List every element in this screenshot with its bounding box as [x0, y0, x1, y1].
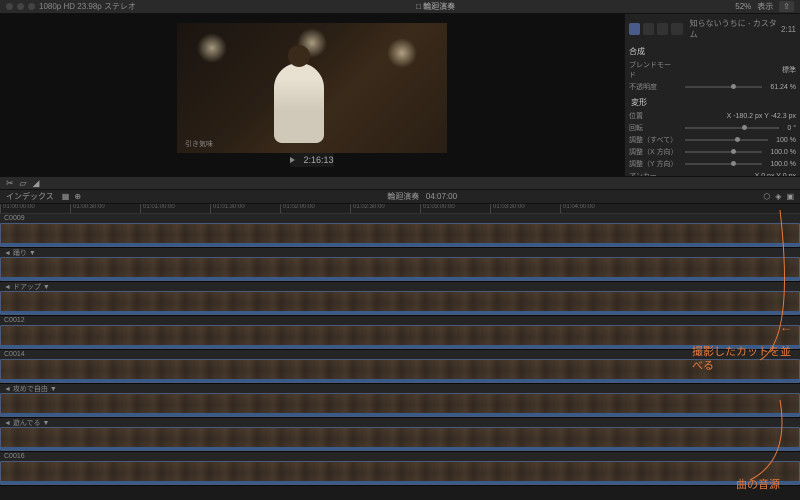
video-track[interactable]: ◄ 踊り ▼ — [0, 248, 800, 282]
composite-header: 合成 — [629, 44, 796, 59]
track-label: C0009 — [0, 214, 800, 223]
audio-inspector-tab[interactable] — [657, 23, 668, 35]
video-track[interactable]: C0012 — [0, 316, 800, 350]
track-label: C0012 — [0, 316, 800, 325]
video-clip[interactable] — [0, 427, 800, 451]
inspector-clip-name: 知らないうちに - カスタム — [690, 18, 778, 40]
snapping-icon[interactable]: ⬡ — [763, 192, 770, 201]
video-inspector-tab[interactable] — [629, 23, 640, 35]
video-clip[interactable] — [0, 291, 800, 315]
video-track[interactable]: C0014 — [0, 350, 800, 384]
color-inspector-tab[interactable] — [643, 23, 654, 35]
track-label: ◄ 攻めで自由 ▼ — [0, 384, 800, 393]
video-clip[interactable] — [0, 359, 800, 383]
play-icon[interactable] — [290, 157, 295, 163]
video-clip[interactable] — [0, 257, 800, 281]
video-clip[interactable] — [0, 325, 800, 349]
track-label: ◄ 遊んでる ▼ — [0, 418, 800, 427]
track-label: C0014 — [0, 350, 800, 359]
timeline-header: インデックス ▦ ⊕ 輪廻演奏 04:07:00 ⬡ ◈ ▣ — [0, 190, 800, 204]
blade-tool-icon[interactable]: ◢ — [32, 178, 39, 189]
trim-tool-icon[interactable]: ✂ — [6, 178, 14, 189]
format-label: 1080p HD 23.98p ステレオ — [39, 1, 136, 12]
timeline-area[interactable]: 01:00:00:0001:00:30:0001:01:00:0001:01:3… — [0, 204, 800, 486]
select-tool-icon[interactable]: ▱ — [20, 178, 27, 189]
viewer-timecode: 2:16:13 — [303, 155, 333, 165]
inspector-duration: 2:11 — [781, 25, 796, 34]
blend-mode-value[interactable]: 標準 — [782, 65, 796, 75]
video-track[interactable]: ◄ 遊んでる ▼ — [0, 418, 800, 452]
video-track[interactable]: ◄ 攻めで自由 ▼ — [0, 384, 800, 418]
viewer-panel: 引き気味 2:16:13 — [0, 14, 624, 176]
zoom-level[interactable]: 52% — [735, 2, 751, 11]
track-label: ◄ 踊り ▼ — [0, 248, 800, 257]
opacity-slider[interactable] — [685, 86, 762, 88]
inspector-panel: 知らないうちに - カスタム 2:11 合成 ブレンドモード標準 不透明度61.… — [624, 14, 800, 176]
timeline-ruler[interactable]: 01:00:00:0001:00:30:0001:01:00:0001:01:3… — [0, 204, 800, 214]
info-inspector-tab[interactable] — [671, 23, 682, 35]
window-titlebar: 1080p HD 23.98p ステレオ □ 輪廻演奏 52% 表示 ⇪ — [0, 0, 800, 14]
track-label: ◄ ドアップ ▼ — [0, 282, 800, 291]
share-button[interactable]: ⇪ — [779, 1, 794, 12]
video-track[interactable]: C0009 — [0, 214, 800, 248]
viewer-overlay-text: 引き気味 — [185, 139, 213, 149]
traffic-lights[interactable] — [6, 3, 35, 10]
solo-icon[interactable]: ▣ — [786, 192, 794, 201]
timeline-toolbar: ✂ ▱ ◢ — [0, 176, 800, 190]
video-preview[interactable]: 引き気味 — [177, 23, 447, 153]
track-label: C0016 — [0, 452, 800, 461]
video-clip[interactable] — [0, 393, 800, 417]
video-track[interactable]: C0016 — [0, 452, 800, 486]
video-clip[interactable] — [0, 461, 800, 485]
video-track[interactable]: ◄ ドアップ ▼ — [0, 282, 800, 316]
clip-appearance-icon[interactable]: ▦ — [62, 192, 70, 201]
zoom-icon[interactable]: ⊕ — [74, 192, 81, 201]
project-title: □ 輪廻演奏 — [140, 1, 731, 12]
index-button[interactable]: インデックス — [6, 191, 54, 202]
rotation-slider[interactable] — [685, 127, 779, 129]
view-menu[interactable]: 表示 — [757, 1, 773, 12]
video-clip[interactable] — [0, 223, 800, 247]
skimming-icon[interactable]: ◈ — [775, 192, 781, 201]
